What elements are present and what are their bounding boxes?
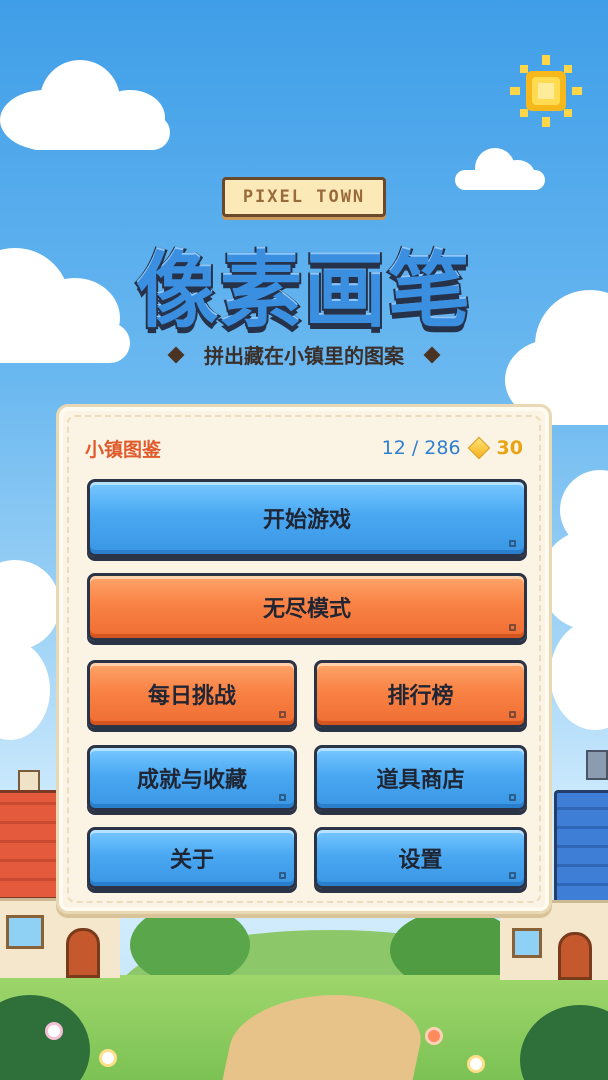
daily-challenge-button[interactable]: 每日挑战 [87,660,297,728]
daily-challenge-label: 每日挑战 [147,684,236,709]
settings-button[interactable]: 设置 [314,827,527,889]
start-game-button[interactable]: 开始游戏 [87,479,527,557]
flower [470,1058,482,1070]
achievements-button[interactable]: 成就与收藏 [87,745,297,811]
tree-cluster-left [130,905,250,985]
endless-mode-button[interactable]: 无尽模式 [87,573,527,641]
flower [48,1025,60,1037]
collection-title: 小镇图鉴 [85,438,162,461]
cloud-left-low [0,560,60,760]
sun-icon [510,55,582,127]
main-menu-panel: 小镇图鉴 12 / 286 30 开始游戏 无尽模式 每日挑战 排行榜 成就与收… [56,404,552,914]
button-corner-icon [509,624,516,631]
about-label: 关于 [169,848,214,873]
subtitle-row: 拼出藏在小镇里的图案 [0,340,608,369]
achievements-label: 成就与收藏 [136,768,247,793]
button-corner-icon [509,872,516,879]
coin-count: 30 [496,437,523,459]
button-corner-icon [279,794,286,801]
flower [428,1030,440,1042]
flower [102,1052,114,1064]
start-game-label: 开始游戏 [262,508,351,533]
collection-progress: 12 / 286 [381,437,461,459]
game-title: 像素画笔 [134,242,472,341]
cloud-top-left [0,55,180,155]
leaderboard-button[interactable]: 排行榜 [314,660,527,728]
button-corner-icon [509,711,516,718]
endless-mode-label: 无尽模式 [262,597,351,622]
button-corner-icon [279,872,286,879]
shop-label: 道具商店 [376,768,465,793]
settings-label: 设置 [398,848,443,873]
button-corner-icon [509,794,516,801]
about-button[interactable]: 关于 [87,827,297,889]
button-corner-icon [509,540,516,547]
diamond-coin-icon [467,436,490,460]
button-corner-icon [279,711,286,718]
pixel-town-tag: PIXEL TOWN [222,177,386,217]
leaderboard-label: 排行榜 [387,684,454,709]
stats: 12 / 286 30 [381,436,523,460]
subtitle: 拼出藏在小镇里的图案 [204,344,404,368]
cloud-small [455,148,545,193]
shop-button[interactable]: 道具商店 [314,745,527,811]
diamond-left-icon [167,346,185,363]
diamond-right-icon [423,346,441,363]
panel-header: 小镇图鉴 12 / 286 30 [85,433,523,463]
